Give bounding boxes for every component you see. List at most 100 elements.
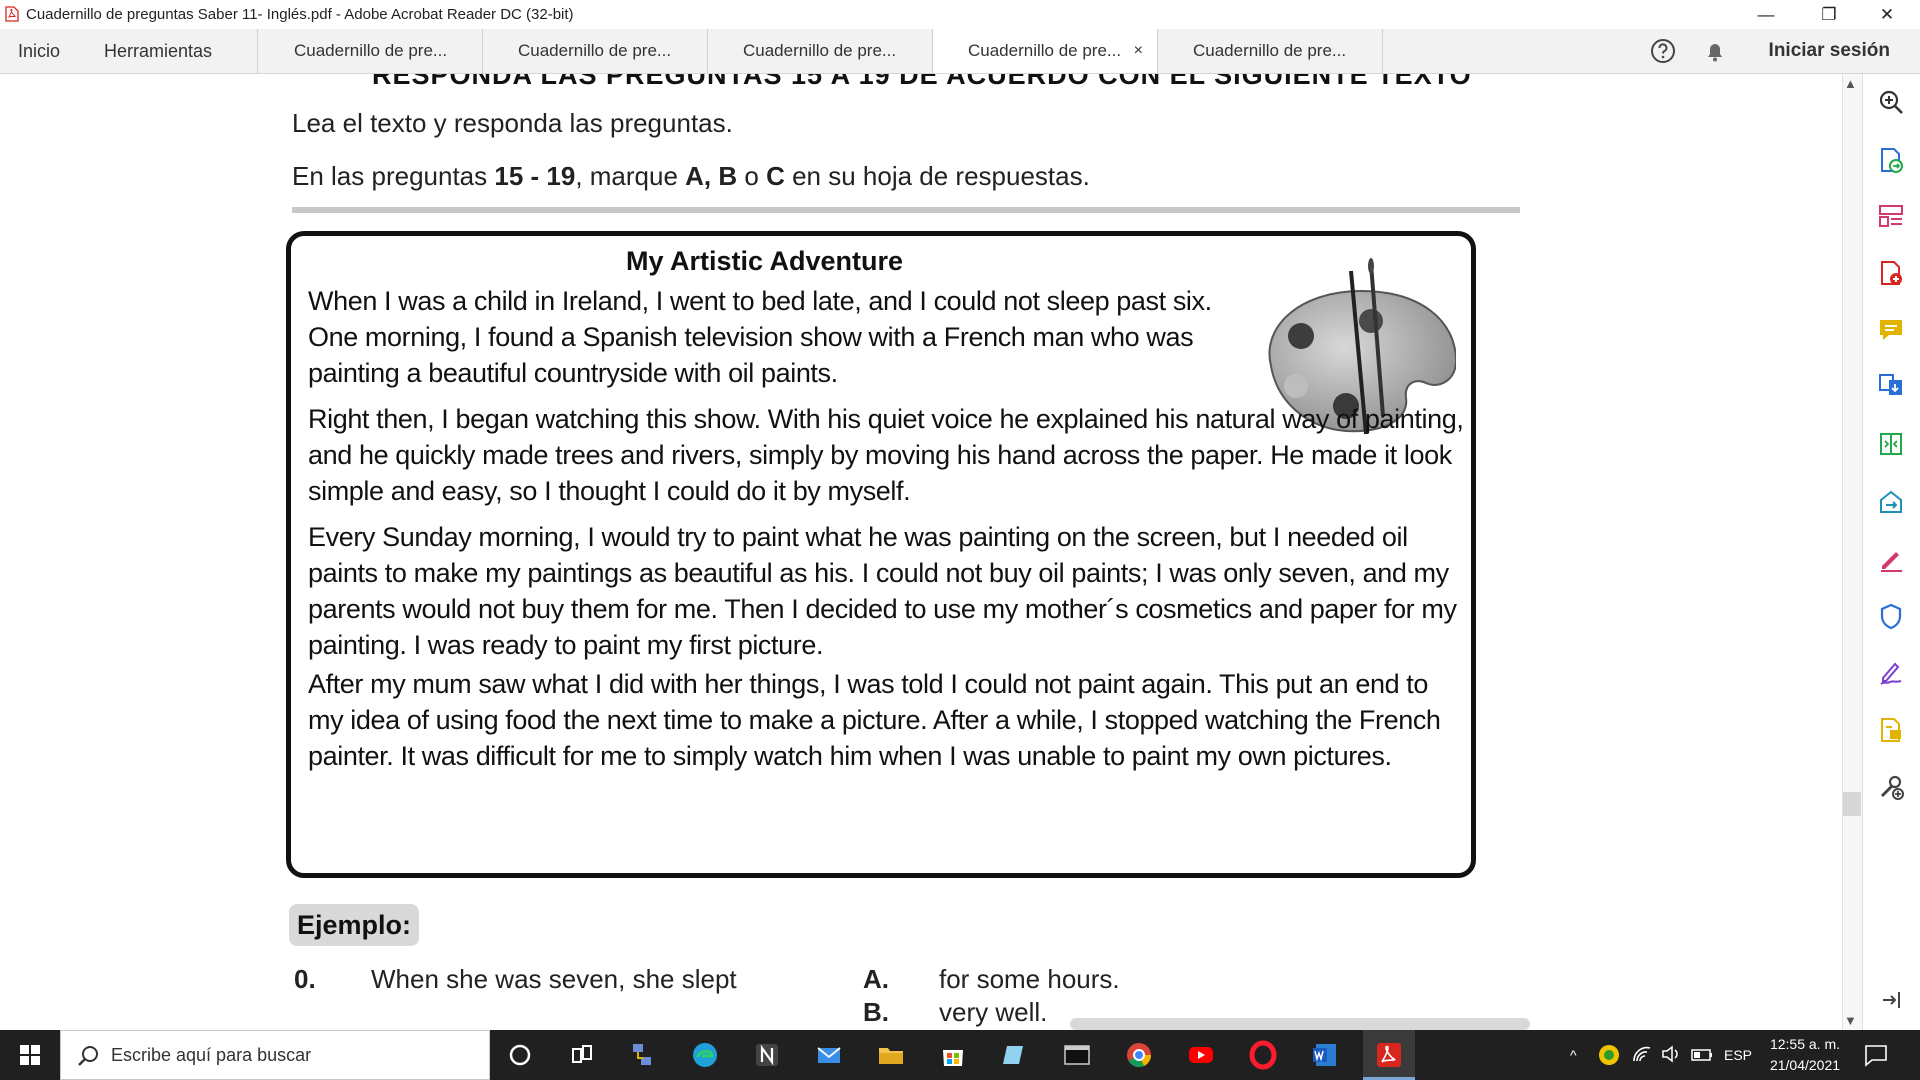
tab-document-4-active[interactable]: Cuadernillo de pre... ×: [933, 29, 1158, 73]
passage-paragraph-3: Every Sunday morning, I would try to pai…: [308, 522, 1457, 660]
edit-pdf-icon[interactable]: [1877, 716, 1905, 744]
scrollbar-thumb[interactable]: [1843, 792, 1861, 816]
network-app-icon[interactable]: [627, 1040, 657, 1070]
show-hidden-icons-icon[interactable]: ^: [1570, 1030, 1590, 1080]
acrobat-pdf-icon: [5, 6, 19, 22]
file-explorer-icon[interactable]: [876, 1040, 906, 1070]
cortana-icon[interactable]: [505, 1040, 535, 1070]
tab-home[interactable]: Inicio: [18, 29, 60, 73]
instruction-range: 15 - 19: [494, 161, 576, 191]
clock-time: 12:55 a. m.: [1769, 1036, 1841, 1052]
restore-button[interactable]: ❐: [1806, 0, 1852, 29]
instruction-mark: En las preguntas 15 - 19, marque A, B o …: [292, 161, 1090, 192]
tab-document-3[interactable]: Cuadernillo de pre...: [708, 29, 933, 73]
sticky-app-icon[interactable]: [1000, 1040, 1030, 1070]
scroll-down-arrow-icon[interactable]: ▼: [1844, 1013, 1857, 1028]
clock[interactable]: 12:55 a. m. 21/04/2021: [1760, 1034, 1850, 1076]
export-pdf-icon[interactable]: [1877, 146, 1905, 174]
example-question: When she was seven, she slept: [371, 964, 737, 994]
taskbar-search-box[interactable]: Escribe aquí para buscar: [60, 1030, 490, 1080]
app-tray-icon[interactable]: [1597, 1043, 1621, 1067]
tab-document-label: Cuadernillo de pre...: [294, 41, 448, 60]
request-signature-icon[interactable]: [1877, 658, 1905, 686]
share-send-icon[interactable]: [1877, 488, 1905, 516]
tab-document-5[interactable]: Cuadernillo de pre...: [1158, 29, 1383, 73]
close-window-button[interactable]: ✕: [1864, 0, 1910, 29]
instruction-option-c: C: [766, 161, 785, 191]
passage-title: My Artistic Adventure: [626, 246, 904, 276]
tab-bar: Inicio Herramientas Cuadernillo de pre..…: [0, 29, 1920, 74]
chrome-browser-icon[interactable]: [1124, 1040, 1154, 1070]
windows-taskbar: Escribe aquí para buscar ^ ESP 12:55 a. …: [0, 1030, 1920, 1080]
language-indicator[interactable]: ESP: [1724, 1030, 1752, 1080]
instruction-options: A, B: [685, 161, 738, 191]
instruction-text: , marque: [575, 161, 686, 191]
passage-paragraph-4: After my mum saw what I did with her thi…: [308, 669, 1441, 771]
combine-files-icon[interactable]: [1877, 372, 1905, 400]
battery-icon[interactable]: [1690, 1045, 1714, 1065]
instruction-read: Lea el texto y responda las preguntas.: [292, 108, 733, 138]
comment-icon[interactable]: [1877, 316, 1905, 344]
tab-document-label: Cuadernillo de pre...: [518, 41, 672, 60]
mail-icon[interactable]: [814, 1040, 844, 1070]
tab-tools[interactable]: Herramientas: [104, 29, 212, 73]
option-b-letter: B.: [863, 997, 889, 1027]
microsoft-store-icon[interactable]: [938, 1040, 968, 1070]
fill-sign-icon[interactable]: [1877, 545, 1905, 573]
more-tools-icon[interactable]: [1877, 773, 1905, 801]
terminal-icon[interactable]: [1062, 1040, 1092, 1070]
reading-passage-box: My Artistic Adventure When I was a child…: [286, 231, 1476, 878]
search-placeholder: Escribe aquí para buscar: [111, 1045, 312, 1065]
vertical-scrollbar[interactable]: [1842, 74, 1863, 1030]
tab-document-label: Cuadernillo de pre...: [1193, 41, 1347, 60]
scroll-up-arrow-icon[interactable]: ▲: [1844, 76, 1857, 91]
restore-icon: ❐: [1821, 4, 1837, 24]
tab-document-label: Cuadernillo de pre...: [743, 41, 897, 60]
tab-document-1[interactable]: Cuadernillo de pre...: [258, 29, 483, 73]
zoom-search-icon[interactable]: [1877, 88, 1905, 116]
minimize-icon: —: [1757, 4, 1775, 24]
title-bar: Cuadernillo de preguntas Saber 11- Inglé…: [0, 0, 1920, 29]
sign-in-button[interactable]: Iniciar sesión: [1769, 29, 1890, 73]
option-b-text: very well.: [939, 997, 1048, 1027]
edge-browser-icon[interactable]: [690, 1040, 720, 1070]
notifications-bell-icon[interactable]: [1702, 38, 1728, 64]
search-icon: [78, 1046, 98, 1066]
close-icon: ✕: [1879, 4, 1895, 24]
passage-paragraph-1: When I was a child in Ireland, I went to…: [308, 286, 1212, 388]
clock-date: 21/04/2021: [1769, 1057, 1841, 1073]
option-a-text: for some hours.: [939, 964, 1120, 994]
collapse-panel-icon[interactable]: [1877, 986, 1905, 1014]
option-a-letter: A.: [863, 964, 889, 994]
instruction-text: o: [737, 161, 767, 191]
organize-pages-icon[interactable]: [1877, 202, 1905, 230]
passage-paragraph-2: Right then, I began watching this show. …: [308, 404, 1464, 506]
task-view-icon[interactable]: [567, 1040, 597, 1070]
minimize-button[interactable]: —: [1743, 0, 1789, 29]
help-icon[interactable]: [1650, 38, 1676, 64]
tab-document-label: Cuadernillo de pre...: [968, 41, 1122, 60]
opera-browser-icon[interactable]: [1248, 1040, 1278, 1070]
youtube-icon[interactable]: [1186, 1040, 1216, 1070]
create-pdf-icon[interactable]: [1877, 259, 1905, 287]
close-tab-icon[interactable]: ×: [1134, 29, 1143, 73]
wifi-icon[interactable]: [1631, 1043, 1653, 1065]
tab-document-2[interactable]: Cuadernillo de pre...: [483, 29, 708, 73]
windows-start-icon[interactable]: [20, 1045, 40, 1065]
section-heading: RESPONDA LAS PREGUNTAS 15 A 19 DE ACUERD…: [372, 74, 1472, 90]
word-icon[interactable]: [1310, 1040, 1340, 1070]
example-label: Ejemplo:: [289, 904, 420, 946]
acrobat-reader-icon[interactable]: [1374, 1040, 1404, 1070]
protect-shield-icon[interactable]: [1877, 602, 1905, 630]
example-number: 0.: [294, 964, 316, 994]
horizontal-scrollbar[interactable]: [1070, 1018, 1530, 1030]
instruction-text: en su hoja de respuestas.: [784, 161, 1090, 191]
window-title: Cuadernillo de preguntas Saber 11- Inglé…: [26, 6, 574, 23]
instruction-text: En las preguntas: [292, 161, 495, 191]
document-viewport: RESPONDA LAS PREGUNTAS 15 A 19 DE ACUERD…: [0, 74, 1842, 1030]
divider-rule: [292, 207, 1520, 213]
notification-center-icon[interactable]: [1863, 1042, 1889, 1068]
volume-icon[interactable]: [1660, 1043, 1682, 1065]
notion-app-icon[interactable]: [752, 1040, 782, 1070]
compress-pdf-icon[interactable]: [1877, 430, 1905, 458]
